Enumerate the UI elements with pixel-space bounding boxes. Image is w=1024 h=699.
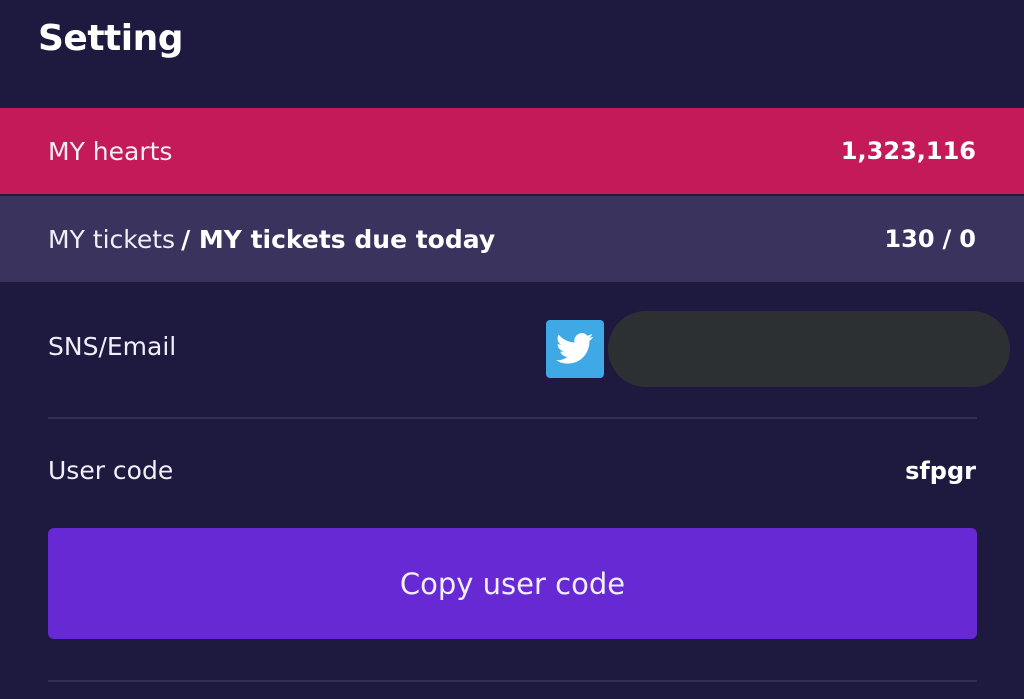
tickets-value: 130/0: [884, 225, 976, 253]
sns-email-label: SNS/Email: [48, 332, 177, 361]
tickets-label: MY tickets / MY tickets due today: [48, 225, 495, 254]
sns-account-redacted: [608, 311, 1010, 387]
hearts-label: MY hearts: [48, 136, 173, 166]
hearts-row: MY hearts 1,323,116: [0, 108, 1024, 194]
tickets-row: MY tickets / MY tickets due today 130/0: [0, 196, 1024, 282]
page-title: Setting: [38, 18, 184, 59]
copy-user-code-button[interactable]: Copy user code: [48, 528, 977, 639]
tickets-count: 130: [884, 225, 935, 253]
twitter-button[interactable]: [546, 320, 604, 378]
tickets-due-label: / MY tickets due today: [181, 224, 496, 254]
tickets-label-text: MY tickets: [48, 224, 176, 254]
twitter-icon: [556, 333, 594, 364]
hearts-value: 1,323,116: [840, 137, 976, 165]
tickets-separator: /: [942, 225, 952, 253]
user-code-label: User code: [48, 456, 174, 485]
user-code-value: sfpgr: [905, 457, 976, 485]
divider: [48, 417, 977, 419]
divider: [48, 680, 977, 682]
tickets-due-count: 0: [959, 225, 976, 253]
